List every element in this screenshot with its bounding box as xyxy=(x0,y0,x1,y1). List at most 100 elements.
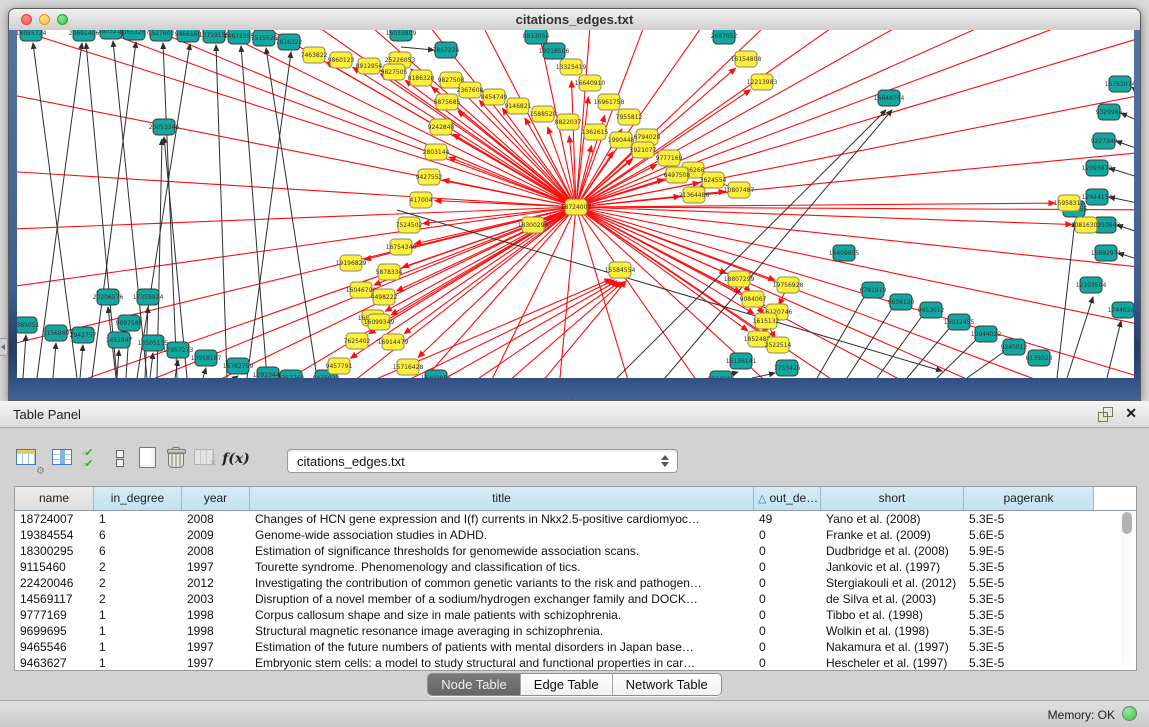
select-columns-button[interactable] xyxy=(50,445,78,473)
graph-node-1451947[interactable]: 1451947 xyxy=(106,332,133,348)
table-row[interactable]: 946554611997Estimation of the future num… xyxy=(15,639,1136,655)
window-titlebar[interactable]: citations_edges.txt xyxy=(9,9,1140,31)
graph-node-1615132[interactable]: 1615132 xyxy=(753,313,780,329)
graph-node-2687652[interactable]: 2687652 xyxy=(711,30,738,44)
graph-node-18724007[interactable]: 18724007 xyxy=(561,199,592,215)
graph-node-8912954[interactable]: 8912954 xyxy=(356,58,383,74)
graph-node-7616322[interactable]: 7616322 xyxy=(276,34,303,50)
graph-node-19218506[interactable]: 19218506 xyxy=(539,43,570,59)
graph-node-417004[interactable]: 417004 xyxy=(410,192,433,208)
table-row[interactable]: 1456911722003Disruption of a novel membe… xyxy=(15,591,1136,607)
memory-ok-indicator[interactable] xyxy=(1122,706,1137,721)
graph-node-20691406[interactable]: 20691406 xyxy=(69,30,100,41)
graph-node-1527602[interactable]: 1527602 xyxy=(148,30,175,41)
graph-node-7625402[interactable]: 7625402 xyxy=(344,333,371,349)
graph-node-10816302[interactable]: 10816302 xyxy=(1071,217,1102,233)
graph-node-9242848[interactable]: 9242848 xyxy=(428,119,455,135)
graph-node-9453012[interactable]: 9453012 xyxy=(918,302,945,318)
table-scrollbar[interactable] xyxy=(1121,512,1133,667)
graph-node-20053346[interactable]: 20053346 xyxy=(149,119,180,135)
scrollbar-thumb[interactable] xyxy=(1122,512,1132,534)
citation-network-graph[interactable]: 1405572420691406180521510653267152760294… xyxy=(17,30,1134,378)
graph-node-15716428[interactable]: 15716428 xyxy=(393,359,424,375)
graph-node-8454749[interactable]: 8454749 xyxy=(481,89,508,105)
table-row[interactable]: 1872400712008Changes of HCN gene express… xyxy=(15,511,1136,527)
graph-node-7857224[interactable]: 7857224 xyxy=(433,42,460,58)
column-header-title[interactable]: title xyxy=(250,487,754,510)
graph-node-1156869[interactable]: 1156869 xyxy=(43,325,70,341)
column-header-out_de[interactable]: △out_de… xyxy=(754,487,821,510)
graph-node-7515526[interactable]: 7515526 xyxy=(251,30,278,46)
graph-node-8186328[interactable]: 8186328 xyxy=(408,70,435,86)
node-table[interactable]: namein_degreeyeartitle△out_de…shortpager… xyxy=(14,486,1137,671)
graph-node-7463822[interactable]: 7463822 xyxy=(301,47,328,63)
graph-node-3624554[interactable]: 3624554 xyxy=(700,172,727,188)
row-height-button[interactable] xyxy=(106,445,134,477)
graph-node-16914479[interactable]: 16914479 xyxy=(378,334,409,350)
graph-node-2367608[interactable]: 2367608 xyxy=(457,82,484,98)
graph-node-16782759[interactable]: 16782759 xyxy=(223,358,254,374)
graph-node-9245012[interactable]: 9245012 xyxy=(1001,339,1028,355)
graph-node-15692971[interactable]: 15692971 xyxy=(1091,245,1122,261)
graph-node-12444154[interactable]: 12444154 xyxy=(1082,189,1113,205)
graph-node-19756928[interactable]: 19756928 xyxy=(773,277,804,293)
graph-node-19196829[interactable]: 19196829 xyxy=(336,255,367,271)
graph-node-9084067[interactable]: 9084067 xyxy=(740,291,767,307)
tab-edge-table[interactable]: Edge Table xyxy=(521,674,613,695)
graph-node-2803144[interactable]: 2803144 xyxy=(423,144,450,160)
graph-node-10944022[interactable]: 10944022 xyxy=(971,326,1002,342)
graph-node-9097588[interactable]: 9097588 xyxy=(116,315,143,331)
graph-node-8135023[interactable]: 8135023 xyxy=(1026,350,1053,366)
graph-node-16154808[interactable]: 16154808 xyxy=(731,51,762,67)
table-settings-button[interactable]: ⚙ xyxy=(14,445,42,473)
column-header-pagerank[interactable]: pagerank xyxy=(964,487,1094,510)
graph-node-1733426[interactable]: 1733426 xyxy=(774,360,801,376)
graph-node-21364486[interactable]: 21364486 xyxy=(679,187,710,203)
graph-node-9357764[interactable]: 9357764 xyxy=(278,370,305,378)
graph-node-2942757[interactable]: 2942757 xyxy=(70,327,97,343)
new-column-button[interactable] xyxy=(134,445,162,473)
graph-node-16136141[interactable]: 16136141 xyxy=(726,353,757,369)
network-table-selector[interactable]: citations_edges.txt xyxy=(287,449,678,473)
column-header-year[interactable]: year xyxy=(182,487,250,510)
graph-node-8822037[interactable]: 8822037 xyxy=(555,114,582,130)
delete-columns-button[interactable] xyxy=(163,445,191,473)
graph-node-9146821[interactable]: 9146821 xyxy=(505,98,532,114)
graph-node-9636120[interactable]: 9636120 xyxy=(888,294,915,310)
graph-node-16032455[interactable]: 16032455 xyxy=(944,314,975,330)
graph-node-18807299[interactable]: 18807299 xyxy=(724,271,755,287)
graph-node-1385051[interactable]: 1385051 xyxy=(17,317,40,333)
graph-node-13325419[interactable]: 13325419 xyxy=(556,59,587,75)
graph-node-18300295[interactable]: 18300295 xyxy=(518,217,549,233)
delete-table-button[interactable]: ✕ xyxy=(192,445,220,473)
graph-node-1990448[interactable]: 1990448 xyxy=(608,132,635,148)
graph-node-9329966[interactable]: 9329966 xyxy=(1096,104,1123,120)
graph-node-9427552[interactable]: 9427552 xyxy=(416,169,443,185)
graph-node-16961758[interactable]: 16961758 xyxy=(594,94,625,110)
graph-node-9466160[interactable]: 9466160 xyxy=(175,30,202,42)
table-row[interactable]: 969969511998Structural magnetic resonanc… xyxy=(15,623,1136,639)
graph-node-5878334[interactable]: 5878334 xyxy=(376,264,403,280)
graph-node-10958187[interactable]: 10958187 xyxy=(191,350,222,366)
graph-node-15751074[interactable]: 15751074 xyxy=(1105,76,1134,92)
graph-node-2522514[interactable]: 2522514 xyxy=(765,337,792,353)
graph-node-20206576[interactable]: 20206576 xyxy=(93,289,124,305)
table-row[interactable]: 911546021997Tourette syndrome. Phenomeno… xyxy=(15,559,1136,575)
graph-node-14055724[interactable]: 14055724 xyxy=(17,30,46,41)
graph-node-12093872[interactable]: 12093872 xyxy=(1082,160,1113,176)
graph-node-16099349[interactable]: 16099349 xyxy=(364,314,395,330)
graph-node-1921077[interactable]: 1921077 xyxy=(630,142,657,158)
column-header-name[interactable]: name xyxy=(15,487,94,510)
graph-node-16409955[interactable]: 16409955 xyxy=(829,245,860,261)
graph-node-7955812[interactable]: 7955812 xyxy=(616,109,643,125)
graph-node-17359924[interactable]: 17359924 xyxy=(133,289,164,305)
collapse-panel-handle[interactable] xyxy=(0,338,8,356)
graph-node-1588520[interactable]: 1588520 xyxy=(530,106,557,122)
graph-node-9827505[interactable]: 9827505 xyxy=(381,64,408,80)
graph-node-9227349[interactable]: 9227349 xyxy=(1091,133,1118,149)
graph-node-10807487[interactable]: 10807487 xyxy=(724,182,755,198)
graph-node-17440384[interactable]: 17440384 xyxy=(1108,302,1134,318)
graph-node-16033809[interactable]: 16033809 xyxy=(386,30,417,41)
tab-node-table[interactable]: Node Table xyxy=(428,674,521,695)
table-row[interactable]: 2242004622012Investigating the contribut… xyxy=(15,575,1136,591)
